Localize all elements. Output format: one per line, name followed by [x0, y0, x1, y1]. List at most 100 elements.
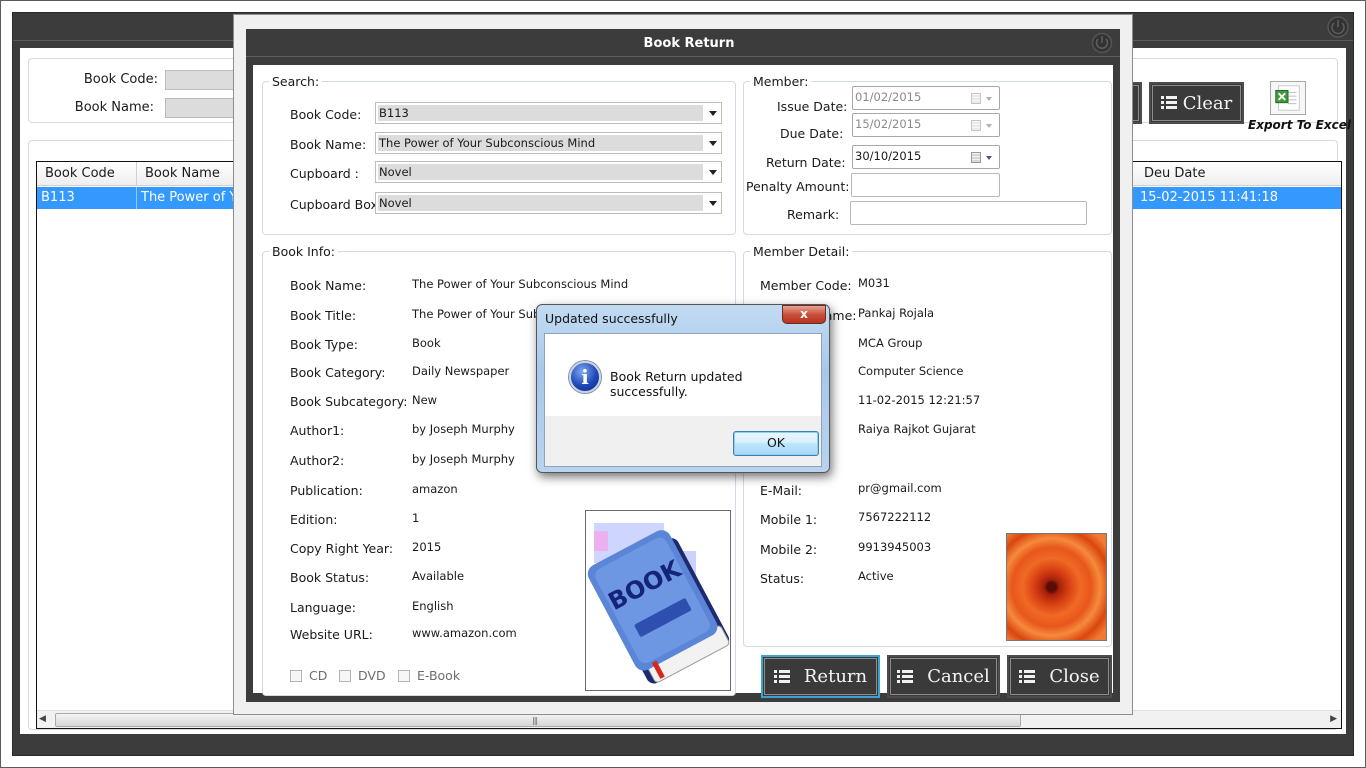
- cell-due-date: 15-02-2015 11:41:18: [1140, 190, 1279, 205]
- book-info-value: New: [412, 393, 438, 407]
- checkbox-box[interactable]: [290, 669, 302, 682]
- member-detail-label: E-Mail:: [760, 483, 803, 498]
- issue-date-picker[interactable]: 01/02/2015: [852, 86, 1000, 110]
- book-info-label: Book Title:: [290, 308, 357, 323]
- book-icon: BOOK: [587, 523, 730, 684]
- book-code-combo[interactable]: B113: [375, 102, 722, 124]
- penalty-amount-input[interactable]: [851, 173, 1000, 197]
- book-info-value: amazon: [412, 482, 458, 496]
- ebook-label: E-Book: [417, 668, 461, 683]
- clear-button[interactable]: Clear: [1149, 82, 1244, 124]
- due-date-value: 15/02/2015: [855, 117, 922, 131]
- excel-icon: [1270, 81, 1306, 115]
- cupboard-box-combo[interactable]: Novel: [375, 192, 722, 214]
- chevron-down-icon: [986, 97, 992, 101]
- column-header-due-date[interactable]: Deu Date: [1136, 162, 1343, 186]
- message-text: Book Return updated successfully.: [610, 369, 743, 399]
- member-detail-value: MCA Group: [858, 336, 923, 350]
- book-info-value: 1: [412, 511, 420, 525]
- due-date-picker[interactable]: 15/02/2015: [852, 113, 1000, 137]
- book-info-label: Author2:: [290, 453, 345, 468]
- close-button-label: Close: [1049, 666, 1100, 687]
- close-icon[interactable]: x: [782, 305, 826, 324]
- chevron-down-icon: [986, 124, 992, 128]
- book-name-combo[interactable]: The Power of Your Subconscious Mind: [375, 132, 722, 154]
- calendar-icon: [971, 120, 981, 131]
- cancel-button[interactable]: Cancel: [887, 655, 1000, 698]
- book-info-label: Author1:: [290, 423, 345, 438]
- grip-icon: |||: [532, 716, 538, 725]
- chevron-down-icon[interactable]: [986, 156, 992, 160]
- chevron-down-icon[interactable]: [709, 201, 717, 206]
- power-icon[interactable]: [1325, 15, 1351, 39]
- member-detail-value: Pankaj Rojala: [858, 306, 935, 320]
- power-icon[interactable]: [1090, 32, 1114, 54]
- book-info-label: Book Subcategory:: [290, 394, 408, 409]
- member-detail-label: Member Code:: [760, 278, 852, 293]
- calendar-icon[interactable]: [971, 152, 981, 163]
- chevron-down-icon[interactable]: [709, 141, 717, 146]
- checkbox-box[interactable]: [398, 669, 410, 682]
- chevron-down-icon[interactable]: [709, 111, 717, 116]
- book-info-value: The Power of Your Subconscious Mind: [412, 277, 629, 291]
- ebook-checkbox[interactable]: E-Book: [398, 668, 460, 683]
- list-icon: [897, 669, 914, 684]
- book-info-label: Book Name:: [290, 278, 367, 293]
- dvd-checkbox[interactable]: DVD: [339, 668, 386, 683]
- book-info-value: Book: [412, 336, 441, 350]
- cupboard-value: Novel: [378, 164, 703, 180]
- scroll-left-arrow-icon[interactable]: ◀: [39, 714, 46, 724]
- cd-checkbox[interactable]: CD: [290, 668, 327, 683]
- member-group: Member: Issue Date: 01/02/2015 Due Date:…: [743, 74, 1112, 235]
- chevron-down-icon[interactable]: [709, 170, 717, 175]
- return-date-value: 30/10/2015: [855, 149, 922, 163]
- export-to-excel-label: Export To Excel: [1248, 118, 1351, 132]
- book-info-value: by Joseph Murphy: [412, 422, 515, 436]
- clear-button-label: Clear: [1182, 92, 1233, 114]
- scrollbar-thumb[interactable]: |||: [55, 713, 1021, 727]
- book-code-label: Book Code:: [290, 107, 362, 122]
- info-icon: i: [569, 361, 601, 393]
- book-info-label: Book Category:: [290, 365, 386, 380]
- cd-label: CD: [309, 668, 328, 683]
- export-to-excel-button[interactable]: Export To Excel: [1248, 81, 1351, 137]
- member-detail-value: 11-02-2015 12:21:57: [858, 393, 981, 407]
- book-name-label: Book Name:: [290, 137, 367, 152]
- book-code-value: B113: [378, 105, 703, 121]
- cell-book-code: B113: [37, 187, 137, 209]
- cupboard-combo[interactable]: Novel: [375, 161, 722, 183]
- book-info-value: Daily Newspaper: [412, 364, 510, 378]
- book-info-value: English: [412, 599, 454, 613]
- book-cover-image: BOOK: [585, 510, 731, 691]
- list-icon: [1019, 669, 1036, 684]
- book-info-legend: Book Info:: [269, 244, 338, 259]
- list-icon: [773, 669, 790, 684]
- list-icon: [1160, 96, 1177, 110]
- member-detail-value: Raiya Rajkot Gujarat: [858, 422, 976, 436]
- book-info-label: Copy Right Year:: [290, 541, 394, 556]
- return-button[interactable]: Return: [761, 655, 880, 698]
- member-photo: [1006, 533, 1107, 641]
- ok-button[interactable]: OK: [733, 431, 819, 456]
- member-detail-value: 7567222112: [858, 510, 932, 524]
- search-legend: Search:: [269, 74, 323, 89]
- book-info-label: Website URL:: [290, 627, 373, 642]
- column-header-book-code[interactable]: Book Code: [37, 162, 137, 186]
- member-detail-label: Mobile 2:: [760, 542, 818, 557]
- close-button[interactable]: Close: [1007, 655, 1112, 698]
- book-info-label: Publication:: [290, 483, 363, 498]
- member-detail-value: M031: [858, 276, 890, 290]
- scroll-right-arrow-icon[interactable]: ▶: [1330, 714, 1337, 724]
- book-name-value: The Power of Your Subconscious Mind: [378, 135, 703, 151]
- column-header-book-name[interactable]: Book Name: [137, 162, 247, 186]
- issue-date-label: Issue Date:: [777, 99, 848, 114]
- checkbox-box[interactable]: [339, 669, 351, 682]
- cupboard-label: Cupboard :: [290, 166, 359, 181]
- message-box-client: i Book Return updated successfully. OK: [544, 333, 822, 467]
- remark-input[interactable]: [850, 201, 1087, 225]
- cell-book-name: The Power of Yo: [137, 187, 247, 209]
- member-detail-value: Active: [858, 569, 894, 583]
- return-date-label: Return Date:: [766, 155, 846, 170]
- search-group: Search: Book Code: B113 Book Name: The P…: [262, 74, 736, 235]
- return-date-picker[interactable]: 30/10/2015: [852, 145, 1000, 169]
